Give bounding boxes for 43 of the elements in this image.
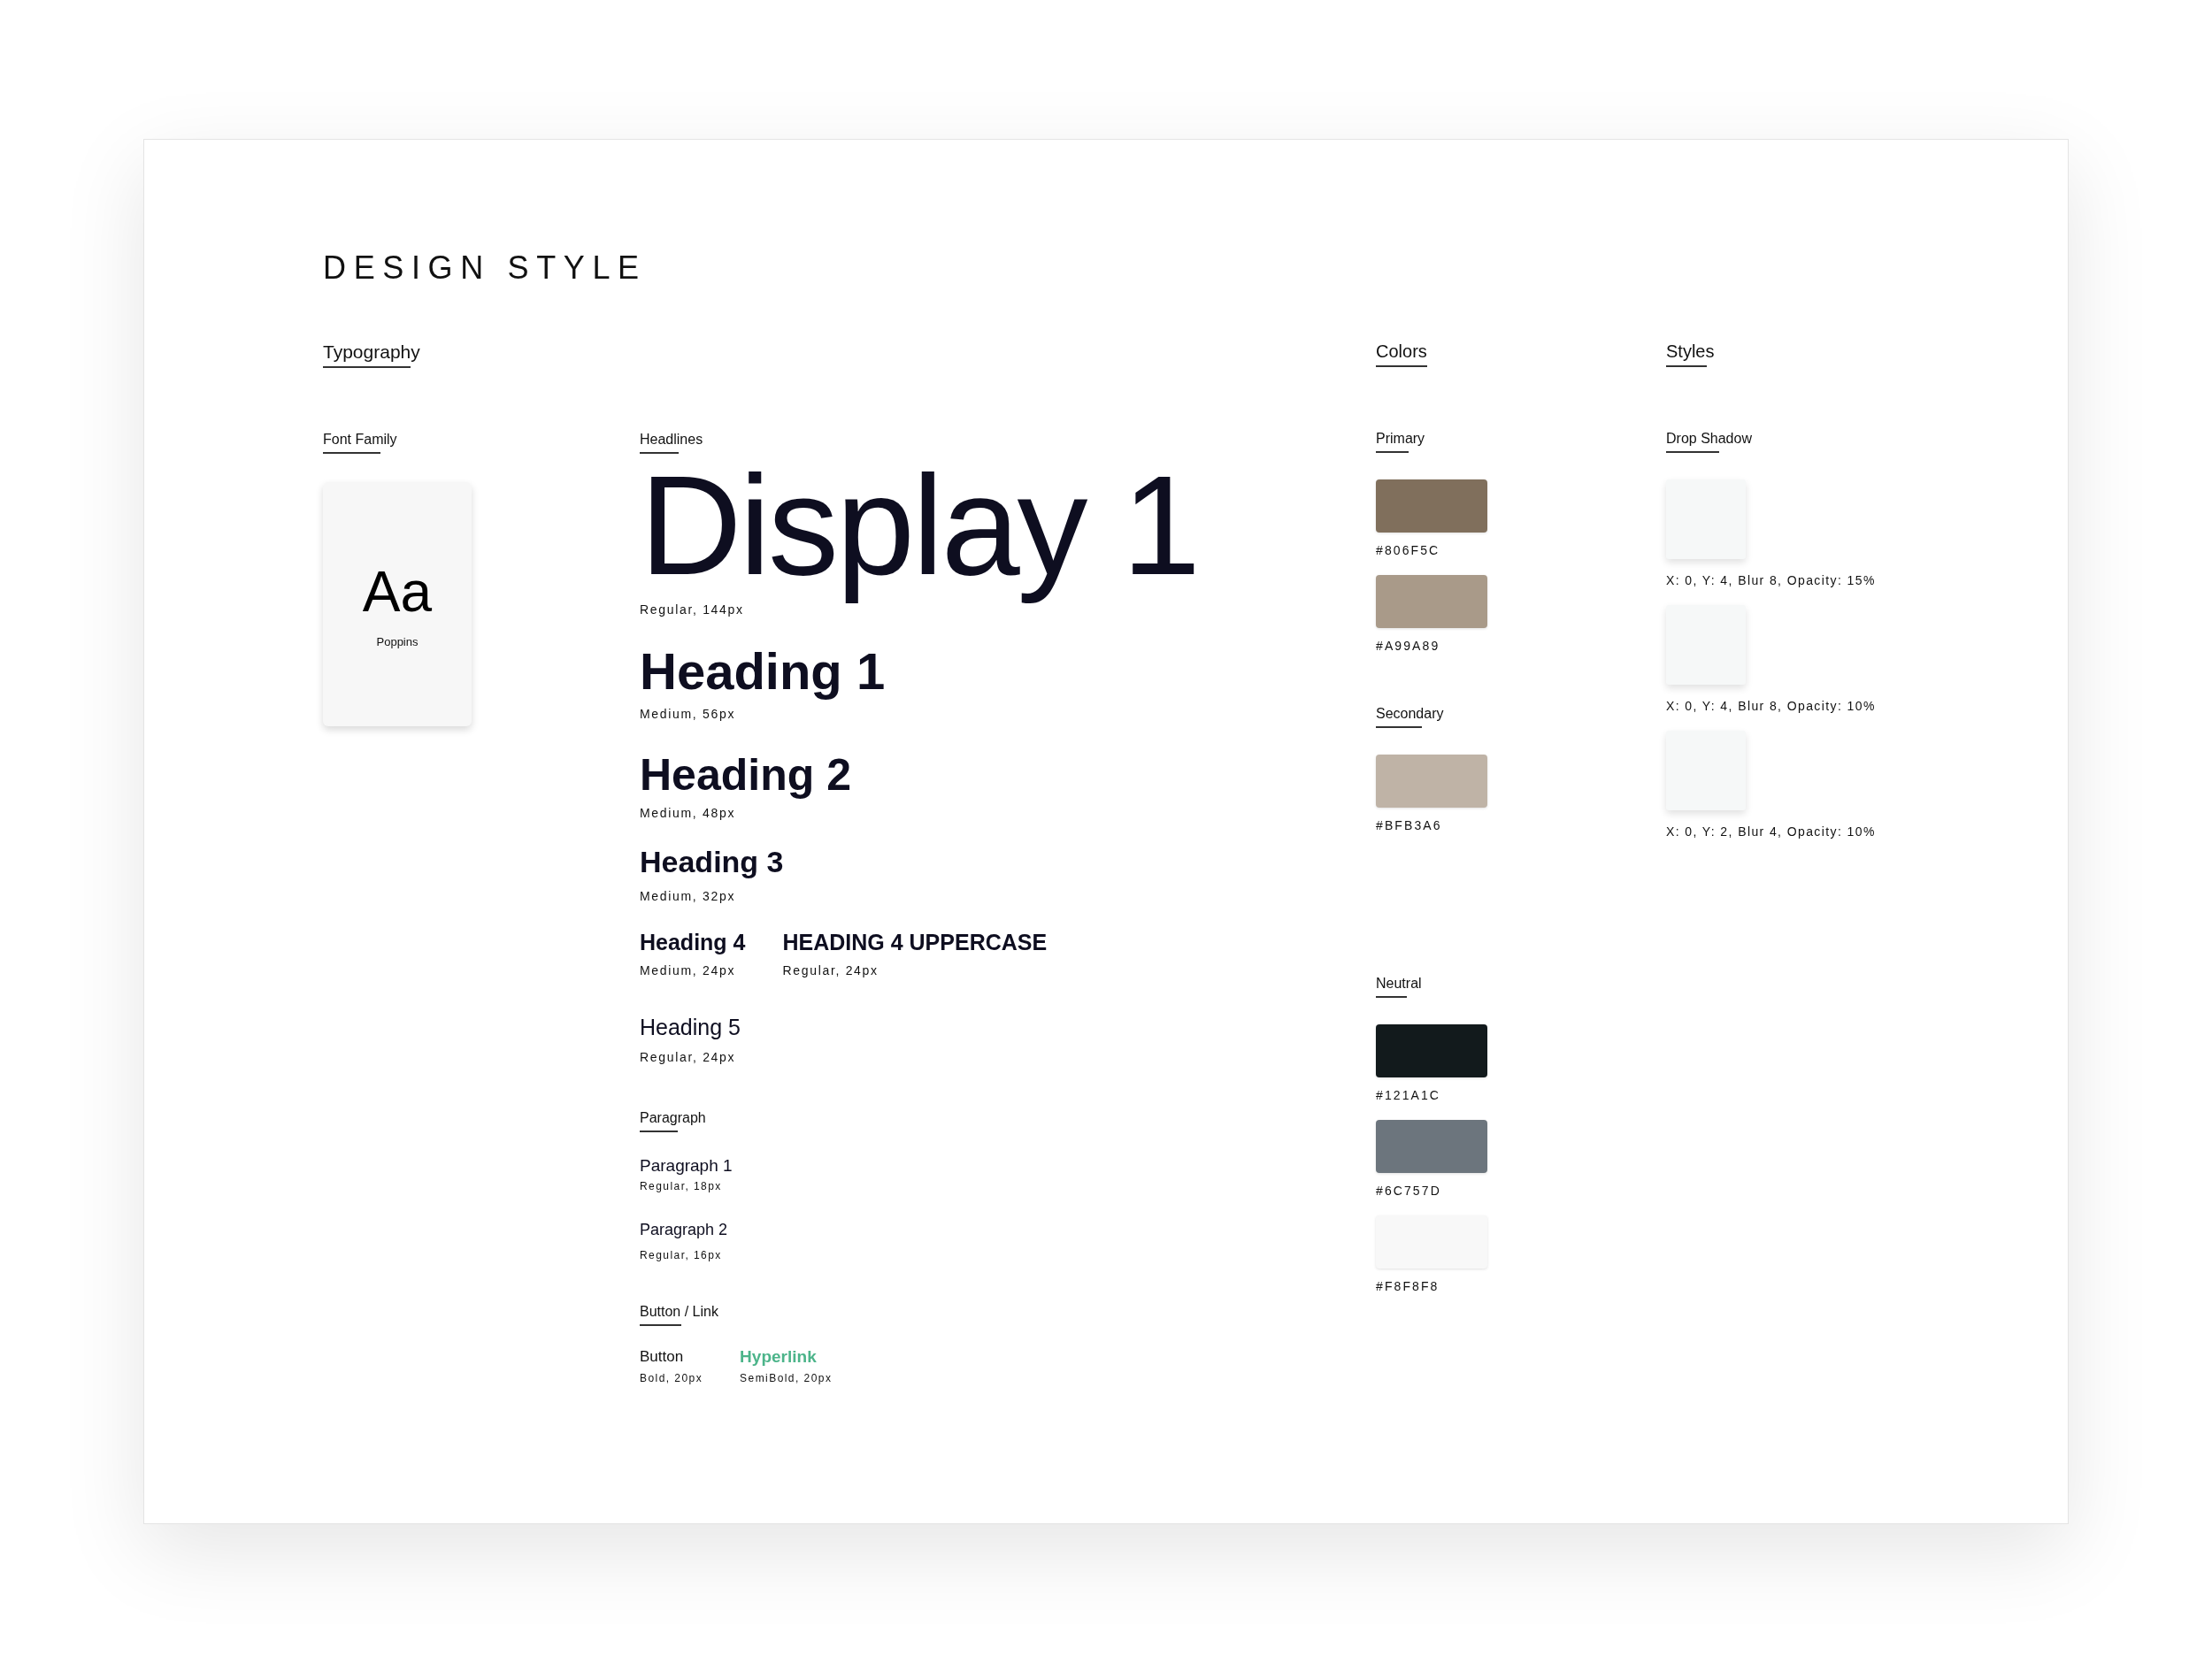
type-sample: Heading 2 bbox=[640, 749, 851, 801]
type-spec: Regular, 144px bbox=[640, 602, 744, 617]
section-label: Colors bbox=[1376, 340, 1427, 367]
section-label: Neutral bbox=[1376, 974, 1422, 998]
shadow-spec: X: 0, Y: 4, Blur 8, Opacity: 10% bbox=[1666, 699, 1876, 713]
type-sample: Paragraph 1 bbox=[640, 1155, 733, 1177]
page-title: DESIGN STYLE bbox=[323, 249, 648, 287]
font-name: Poppins bbox=[376, 634, 419, 648]
type-sample: Heading 4 bbox=[640, 929, 746, 956]
hex-code: #F8F8F8 bbox=[1376, 1279, 1440, 1293]
hex-code: #BFB3A6 bbox=[1376, 818, 1442, 832]
type-spec: Regular, 24px bbox=[782, 963, 879, 977]
type-spec: Bold, 20px bbox=[640, 1372, 703, 1384]
section-label: Typography bbox=[323, 340, 420, 368]
hex-code: #6C757D bbox=[1376, 1184, 1441, 1198]
type-spec: Regular, 24px bbox=[640, 1050, 737, 1064]
shadow-spec: X: 0, Y: 4, Blur 8, Opacity: 15% bbox=[1666, 573, 1876, 587]
type-spec: Medium, 56px bbox=[640, 707, 737, 721]
hex-code: #A99A89 bbox=[1376, 639, 1440, 653]
type-sample: Heading 3 bbox=[640, 844, 784, 880]
type-sample: HEADING 4 UPPERCASE bbox=[782, 929, 1048, 956]
type-spec: Medium, 32px bbox=[640, 889, 737, 903]
type-spec: Regular, 18px bbox=[640, 1180, 723, 1192]
section-label: Secondary bbox=[1376, 704, 1444, 728]
section-label: Button / Link bbox=[640, 1302, 718, 1326]
hex-code: #806F5C bbox=[1376, 543, 1440, 557]
hyperlink-sample[interactable]: Hyperlink bbox=[740, 1347, 833, 1367]
type-spec: Medium, 48px bbox=[640, 806, 737, 820]
font-sample: Aa bbox=[362, 560, 433, 623]
section-label: Paragraph bbox=[640, 1108, 706, 1132]
type-sample: Heading 1 bbox=[640, 643, 886, 700]
button-sample: Button bbox=[640, 1347, 685, 1367]
hex-code: #121A1C bbox=[1376, 1088, 1441, 1102]
type-sample: Paragraph 2 bbox=[640, 1220, 728, 1240]
section-label: Font Family bbox=[323, 430, 397, 454]
section-label: Styles bbox=[1666, 340, 1715, 367]
type-spec: Regular, 16px bbox=[640, 1249, 723, 1261]
section-label: Primary bbox=[1376, 429, 1425, 453]
type-sample: Heading 5 bbox=[640, 1014, 741, 1041]
type-spec: SemiBold, 20px bbox=[740, 1372, 833, 1384]
section-label: Drop Shadow bbox=[1666, 429, 1752, 453]
type-spec: Medium, 24px bbox=[640, 963, 737, 977]
shadow-spec: X: 0, Y: 2, Blur 4, Opacity: 10% bbox=[1666, 824, 1876, 839]
